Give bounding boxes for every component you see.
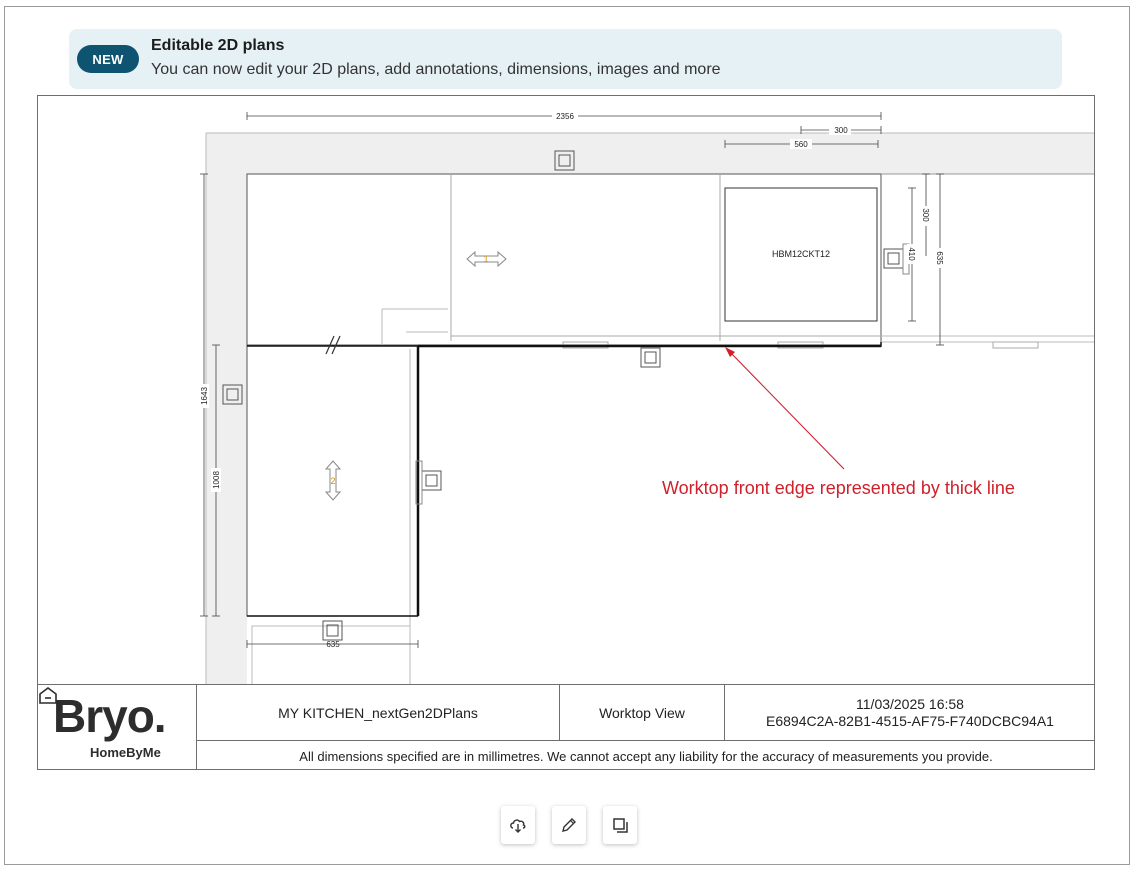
copy-button[interactable] [603,806,637,844]
dim-1643: 1643 [200,387,209,405]
wall-left [206,133,247,686]
copy-icon [613,818,628,833]
banner-title: Editable 2D plans [151,37,285,54]
plan-id: E6894C2A-82B1-4515-AF75-F740DCBC94A1 [766,712,1054,729]
annotation-text: Worktop front edge represented by thick … [662,478,1015,498]
bryo-logo: Bryo. [53,690,167,742]
dim-300-side: 300 [921,208,930,222]
appliance-label: HBM12CKT12 [772,249,830,259]
cloud-download-icon [510,819,526,833]
dim-635-bottom: 635 [326,640,340,649]
dim-total-width: 2356 [556,112,574,121]
dim-560: 560 [794,140,808,149]
banner-text: You can now edit your 2D plans, add anno… [151,61,721,78]
view-name: Worktop View [560,685,725,741]
edit-button[interactable] [552,806,586,844]
download-button[interactable] [501,806,535,844]
plan-meta: 11/03/2025 16:58 E6894C2A-82B1-4515-AF75… [725,685,1094,741]
homebyme-logo: HomeByMe [90,745,161,760]
marker-2: 2 [330,476,335,486]
title-block: Bryo. HomeByMe MY KITCHEN_nextGen2DPlans… [38,684,1094,769]
floor-plan-drawing: HBM12CKT12 1 2 2356 300 560 300 410 635 … [199,111,1094,686]
dim-635-side: 635 [935,251,944,265]
disclaimer-note: All dimensions specified are in millimet… [299,748,993,764]
plan-datetime: 11/03/2025 16:58 [856,695,964,712]
feature-banner: NEW Editable 2D plans You can now edit y… [69,29,1062,89]
pencil-icon [562,818,576,832]
home-icon [39,687,57,704]
new-badge: NEW [77,45,139,73]
logo-cell: Bryo. HomeByMe [38,685,197,769]
wall-top [206,133,1094,174]
project-name: MY KITCHEN_nextGen2DPlans [197,685,560,741]
plan-viewer[interactable]: HBM12CKT12 1 2 2356 300 560 300 410 635 … [37,95,1095,770]
marker-1: 1 [483,254,488,264]
dim-1008: 1008 [212,471,221,489]
dim-410: 410 [907,247,916,261]
dim-300-top: 300 [834,126,848,135]
